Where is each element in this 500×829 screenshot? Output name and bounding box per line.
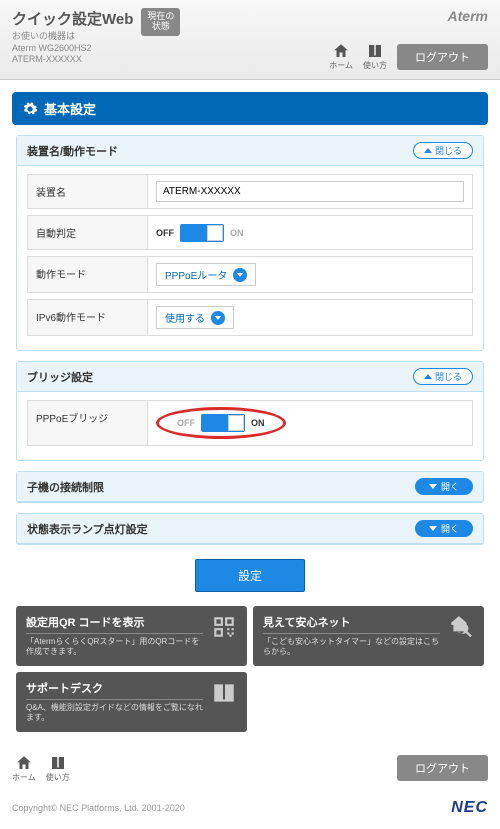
toggle-on-label: ON: [230, 228, 244, 238]
info-desc: Q&A、機能別設定ガイドなどの情報をご覧になれます。: [26, 703, 203, 724]
row-pppoe-bridge: PPPoEブリッジ OFF ON: [27, 400, 473, 446]
chevron-down-icon: [211, 311, 225, 325]
chevron-down-icon: [233, 268, 247, 282]
card-title: 装置名/動作モード: [27, 143, 118, 159]
info-qr[interactable]: 設定用QR コードを表示 「AtermらくらくQRスタート」用のQRコードを作成…: [16, 606, 247, 666]
expand-button[interactable]: 開く: [415, 520, 473, 537]
device-name-input[interactable]: [156, 181, 464, 202]
collapse-button[interactable]: 閉じる: [413, 142, 473, 159]
pppoe-bridge-toggle[interactable]: [201, 414, 245, 432]
card-title: ブリッジ設定: [27, 369, 93, 385]
footer-home[interactable]: ホーム: [12, 754, 36, 783]
section-title: 基本設定: [44, 99, 96, 118]
book-icon: [49, 754, 67, 772]
collapse-button[interactable]: 閉じる: [413, 368, 473, 385]
gear-icon: [22, 101, 38, 117]
info-title: サポートデスク: [26, 680, 203, 700]
info-safety[interactable]: 見えて安心ネット 「こども安心ネットタイマー」などの設定はこちらから。: [253, 606, 484, 666]
card-bridge: ブリッジ設定 閉じる PPPoEブリッジ OFF ON: [16, 361, 484, 461]
logout-button[interactable]: ログアウト: [397, 44, 488, 70]
ipv6-select[interactable]: 使用する: [156, 306, 234, 329]
highlight-annotation: OFF ON: [156, 407, 286, 439]
card-title: 状態表示ランプ点灯設定: [27, 521, 148, 537]
footer-logout-button[interactable]: ログアウト: [397, 755, 488, 781]
row-device-name: 装置名: [27, 174, 473, 209]
card-child-restriction: 子機の接続制限 開く: [16, 471, 484, 503]
nav-home[interactable]: ホーム: [329, 42, 353, 71]
row-ipv6: IPv6動作モード 使用する: [27, 299, 473, 336]
current-status-button[interactable]: 現在の 状態: [141, 8, 180, 36]
home-icon: [15, 754, 33, 772]
toggle-on-label: ON: [251, 418, 265, 428]
info-desc: 「こども安心ネットタイマー」などの設定はこちらから。: [263, 637, 440, 658]
row-auto-detect: 自動判定 OFF ON: [27, 215, 473, 250]
book-icon: [211, 680, 237, 706]
device-subtitle: お使いの機器は Aterm WG2600HS2 ATERM-XXXXXX: [12, 31, 133, 66]
nec-logo: NEC: [451, 799, 488, 817]
info-title: 見えて安心ネット: [263, 614, 440, 634]
home-icon: [332, 42, 350, 60]
card-lamp: 状態表示ランプ点灯設定 開く: [16, 513, 484, 545]
qr-icon: [211, 614, 237, 640]
auto-detect-toggle[interactable]: [180, 224, 224, 242]
apply-button[interactable]: 設定: [195, 559, 305, 592]
magnify-home-icon: [448, 614, 474, 640]
footer-help[interactable]: 使い方: [46, 754, 70, 783]
toggle-off-label: OFF: [156, 228, 174, 238]
nav-help[interactable]: 使い方: [363, 42, 387, 71]
section-title-bar: 基本設定: [12, 92, 488, 125]
card-device-mode: 装置名/動作モード 閉じる 装置名 自動判定 OFF ON 動作モード: [16, 135, 484, 351]
card-title: 子機の接続制限: [27, 479, 104, 495]
info-title: 設定用QR コードを表示: [26, 614, 203, 634]
toggle-off-label: OFF: [177, 418, 195, 428]
row-mode: 動作モード PPPoEルータ: [27, 256, 473, 293]
info-desc: 「AtermらくらくQRスタート」用のQRコードを作成できます。: [26, 637, 203, 658]
book-icon: [366, 42, 384, 60]
copyright-text: Copyright© NEC Platforms, Ltd. 2001-2020: [12, 803, 185, 813]
mode-select[interactable]: PPPoEルータ: [156, 263, 256, 286]
header-left: クイック設定Web お使いの機器は Aterm WG2600HS2 ATERM-…: [12, 8, 329, 66]
info-support[interactable]: サポートデスク Q&A、機能別設定ガイドなどの情報をご覧になれます。: [16, 672, 247, 732]
page-title: クイック設定Web: [12, 8, 133, 29]
brand-logo: Aterm: [448, 8, 488, 24]
expand-button[interactable]: 開く: [415, 478, 473, 495]
footer-nav: ホーム 使い方 ログアウト: [0, 744, 500, 793]
app-header: クイック設定Web お使いの機器は Aterm WG2600HS2 ATERM-…: [0, 0, 500, 80]
